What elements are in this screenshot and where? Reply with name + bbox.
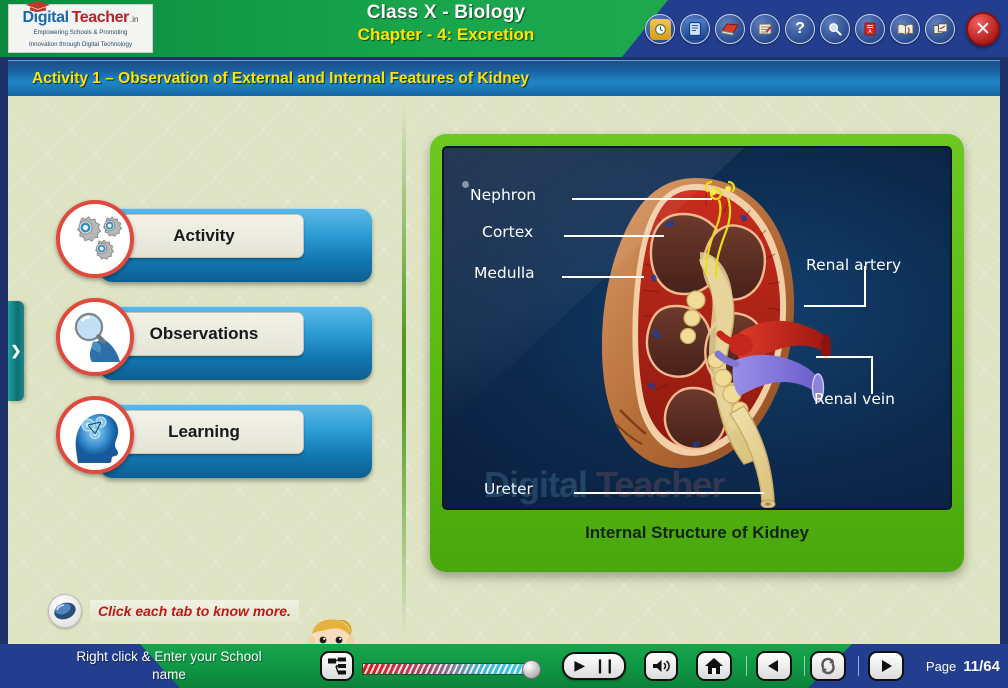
- graduation-cap-icon: [25, 1, 50, 13]
- label-medulla: Medulla: [474, 264, 535, 282]
- tab-activity[interactable]: Activity: [56, 200, 376, 296]
- logo-tld: .in: [130, 15, 139, 25]
- label-renal-artery: Renal artery: [806, 256, 902, 274]
- page-value: 11/64: [963, 658, 1000, 675]
- app-header: Digital Teacher .in Empowering Schools &…: [0, 0, 1008, 57]
- gears-icon[interactable]: [56, 200, 134, 278]
- header-toolbar: ? A ✕: [645, 12, 1000, 46]
- label-renal-vein: Renal vein: [814, 390, 896, 408]
- label-ureter: Ureter: [484, 480, 533, 498]
- sitemap-icon: [328, 657, 346, 675]
- content-stage: ❯ Activity Observations Learning Nephron…: [8, 96, 1000, 644]
- activity-title-bar: Activity 1 – Observation of External and…: [8, 60, 1000, 96]
- next-button[interactable]: [868, 651, 904, 681]
- leader-nephron: [572, 198, 712, 200]
- hint-text: Click each tab to know more.: [90, 600, 299, 622]
- diagram-card: Nephron Cortex Medulla Renal artery Rena…: [430, 134, 964, 572]
- tab-learning-label[interactable]: Learning: [104, 410, 304, 454]
- magnifier-hand-icon[interactable]: [56, 298, 134, 376]
- toolbar-recent-folder-button[interactable]: [645, 14, 675, 44]
- school-name-prompt[interactable]: Right click & Enter your School name: [60, 648, 278, 684]
- hint-banner: Click each tab to know more.: [48, 594, 299, 628]
- logo-tagline-line1: Empowering Schools & Promoting: [33, 29, 128, 37]
- diagram-screen: Nephron Cortex Medulla Renal artery Rena…: [442, 146, 952, 510]
- refresh-button[interactable]: [810, 651, 846, 681]
- leader-renal-vein-v: [871, 356, 873, 394]
- glossary-icon: [895, 19, 916, 40]
- mouse-icon: [48, 594, 82, 628]
- dictionary-icon: A: [860, 19, 881, 40]
- footer-divider-2: [804, 656, 805, 676]
- play-pause-button[interactable]: ▶ ❙❙: [562, 652, 626, 680]
- svg-text:A: A: [868, 29, 872, 35]
- school-prompt-line2: name: [152, 667, 186, 683]
- side-panel-toggle[interactable]: ❯: [8, 301, 24, 401]
- toolbar-notebook-button[interactable]: [715, 14, 745, 44]
- label-nephron: Nephron: [470, 186, 537, 204]
- media-progress-slider[interactable]: [362, 660, 542, 679]
- window-switch-icon: [930, 19, 951, 40]
- previous-button[interactable]: [756, 651, 792, 681]
- footer-divider-1: [746, 656, 747, 676]
- tab-observations-label[interactable]: Observations: [104, 312, 304, 356]
- notebook-icon: [720, 19, 741, 40]
- play-icon: ▶: [574, 658, 586, 674]
- home-icon: [705, 658, 723, 674]
- tab-observations[interactable]: Observations: [56, 298, 376, 394]
- ebook-icon: [684, 18, 706, 40]
- toolbar-dictionary-button[interactable]: A: [855, 14, 885, 44]
- media-progress-knob[interactable]: [522, 660, 541, 679]
- student-boy-avatar: [307, 619, 355, 644]
- title-chapter: Chapter - 4: Excretion: [357, 25, 535, 44]
- logo-brand-first: Digital: [22, 9, 69, 27]
- notes-icon: [755, 19, 776, 40]
- vertical-divider: [402, 104, 406, 634]
- leader-ureter: [574, 492, 764, 494]
- toolbar-search-button[interactable]: [820, 14, 850, 44]
- media-progress-track[interactable]: [362, 663, 530, 675]
- sitemap-button[interactable]: [320, 651, 354, 681]
- prev-icon: [768, 660, 778, 672]
- close-button[interactable]: ✕: [966, 12, 1000, 46]
- pause-icon: ❙❙: [594, 658, 616, 674]
- toolbar-ebook-button[interactable]: [680, 14, 710, 44]
- home-button[interactable]: [696, 651, 732, 681]
- leader-cortex: [564, 235, 664, 237]
- footer-divider-3: [858, 656, 859, 676]
- toolbar-notes-button[interactable]: [750, 14, 780, 44]
- toolbar-help-button[interactable]: ?: [785, 14, 815, 44]
- volume-icon: [652, 660, 670, 672]
- title-class-subject: Class X - Biology: [366, 2, 526, 23]
- app-footer: Right click & Enter your School name ▶ ❙…: [0, 644, 1008, 688]
- brain-gears-head-icon[interactable]: [56, 396, 134, 474]
- search-icon: [825, 19, 846, 40]
- page-label: Page: [925, 659, 957, 674]
- logo-brand-second: Teacher: [71, 9, 130, 27]
- logo-tagline-line2: Innovation through Digital Technology: [28, 40, 133, 48]
- refresh-icon: [821, 657, 835, 675]
- tab-list: Activity Observations Learning: [56, 200, 376, 494]
- next-icon: [882, 660, 892, 672]
- toolbar-glossary-button[interactable]: [890, 14, 920, 44]
- school-prompt-line1: Right click & Enter your School: [76, 649, 262, 664]
- application-window: Digital Teacher .in Empowering Schools &…: [0, 0, 1008, 688]
- leader-medulla: [562, 276, 644, 278]
- tab-learning[interactable]: Learning: [56, 396, 376, 492]
- toolbar-window-switch-button[interactable]: [925, 14, 955, 44]
- help-icon: ?: [795, 20, 805, 37]
- leader-renal-artery: [804, 305, 866, 307]
- page-indicator: Page 11/64: [926, 658, 1000, 675]
- activity-title-text: Activity 1 – Observation of External and…: [32, 69, 529, 87]
- diagram-caption: Internal Structure of Kidney: [585, 523, 809, 542]
- tab-activity-label[interactable]: Activity: [104, 214, 304, 258]
- brand-logo: Digital Teacher .in Empowering Schools &…: [8, 1, 153, 53]
- page-title: Class X - Biology Chapter - 4: Excretion: [256, 2, 636, 45]
- volume-button[interactable]: [644, 651, 678, 681]
- leader-renal-vein: [816, 356, 872, 358]
- label-cortex: Cortex: [482, 223, 534, 241]
- recent-folder-icon: [649, 18, 671, 40]
